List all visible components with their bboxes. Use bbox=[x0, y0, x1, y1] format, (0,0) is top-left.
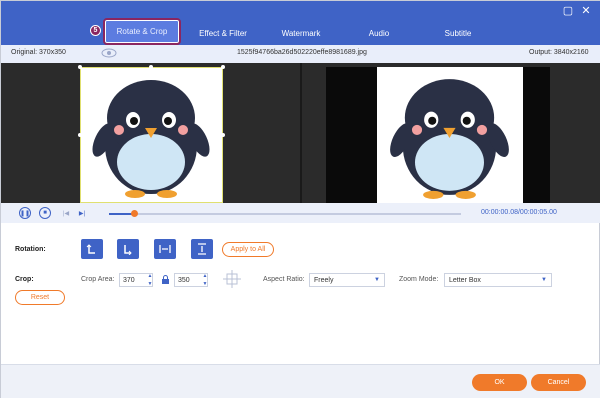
footer: OK Cancel bbox=[1, 364, 600, 398]
cancel-button[interactable]: Cancel bbox=[531, 374, 586, 391]
zoom-mode-select[interactable]: Letter Box ▼ bbox=[444, 273, 552, 287]
file-name: 1525f94766ba26d502220effe8981689.jpg bbox=[237, 49, 367, 56]
crop-handle[interactable] bbox=[221, 133, 225, 137]
preview-divider bbox=[300, 63, 302, 203]
flip-horizontal-icon bbox=[159, 245, 171, 253]
timeline-thumb[interactable] bbox=[130, 210, 138, 217]
tab-subtitle[interactable]: Subtitle bbox=[433, 23, 483, 43]
tab-effect-filter[interactable]: Effect & Filter bbox=[191, 23, 255, 43]
center-crop-icon[interactable] bbox=[222, 269, 242, 291]
restore-icon[interactable]: ▢ bbox=[561, 3, 575, 17]
width-stepper-icon[interactable]: ▲ ▼ bbox=[146, 272, 154, 288]
output-size: Output: 3840x2160 bbox=[529, 49, 589, 56]
tab-watermark[interactable]: Watermark bbox=[273, 23, 329, 43]
original-size: Original: 370x350 bbox=[11, 49, 66, 56]
timecode: 00:00:00.08/00:00:05.00 bbox=[481, 209, 557, 216]
height-stepper-icon[interactable]: ▲ ▼ bbox=[201, 272, 209, 288]
previous-frame-icon[interactable]: |◀ bbox=[60, 207, 72, 219]
crop-frame[interactable] bbox=[80, 67, 223, 203]
ok-button[interactable]: OK bbox=[472, 374, 527, 391]
rotation-label: Rotation: bbox=[15, 246, 46, 253]
chevron-down-icon: ▼ bbox=[541, 277, 547, 283]
next-frame-icon[interactable]: ▶| bbox=[76, 207, 88, 219]
crop-handle[interactable] bbox=[78, 133, 82, 137]
flip-horizontal-button[interactable] bbox=[154, 239, 176, 259]
timeline-track[interactable] bbox=[109, 210, 461, 217]
penguin-image-output bbox=[390, 79, 509, 199]
pause-icon[interactable]: ❚❚ bbox=[19, 207, 31, 219]
info-strip: Original: 370x350 1525f94766ba26d502220e… bbox=[1, 45, 600, 63]
playback-bar: ❚❚ ■ |◀ ▶| 00:00:00.08/00:00:05.00 bbox=[1, 203, 600, 223]
crop-handle[interactable] bbox=[78, 65, 82, 69]
aspect-ratio-value: Freely bbox=[314, 276, 334, 284]
apply-to-all-button[interactable]: Apply to All bbox=[222, 242, 274, 257]
tab-rotate-crop[interactable]: Rotate & Crop bbox=[103, 18, 181, 45]
step-badge: 5 bbox=[90, 25, 101, 36]
zoom-mode-label: Zoom Mode: bbox=[399, 276, 439, 283]
penguin-image bbox=[92, 80, 210, 198]
rotate-left-button[interactable] bbox=[81, 239, 103, 259]
flip-vertical-button[interactable] bbox=[191, 239, 213, 259]
flip-vertical-icon bbox=[198, 243, 206, 255]
eye-icon[interactable] bbox=[101, 48, 117, 60]
title-bar: ▢ ✕ 5 Rotate & Crop Effect & Filter Wate… bbox=[1, 1, 600, 45]
crop-handle[interactable] bbox=[221, 65, 225, 69]
crop-area-label: Crop Area: bbox=[81, 276, 115, 283]
rotate-right-icon bbox=[124, 245, 132, 255]
rotate-right-button[interactable] bbox=[117, 239, 139, 259]
close-icon[interactable]: ✕ bbox=[579, 3, 593, 17]
zoom-mode-value: Letter Box bbox=[449, 276, 481, 284]
preview-area bbox=[1, 63, 600, 203]
stop-icon[interactable]: ■ bbox=[39, 207, 51, 219]
timeline-progress bbox=[109, 213, 134, 215]
tab-audio[interactable]: Audio bbox=[357, 23, 401, 43]
aspect-ratio-label: Aspect Ratio: bbox=[263, 276, 305, 283]
rotate-crop-window: ▢ ✕ 5 Rotate & Crop Effect & Filter Wate… bbox=[0, 0, 600, 398]
rotate-left-icon bbox=[86, 244, 95, 254]
crop-handle[interactable] bbox=[149, 65, 153, 69]
crop-label: Crop: bbox=[15, 276, 34, 283]
aspect-ratio-select[interactable]: Freely ▼ bbox=[309, 273, 385, 287]
lock-icon[interactable] bbox=[161, 275, 170, 287]
reset-button[interactable]: Reset bbox=[15, 290, 65, 305]
chevron-down-icon: ▼ bbox=[374, 277, 380, 283]
output-preview bbox=[377, 67, 523, 203]
